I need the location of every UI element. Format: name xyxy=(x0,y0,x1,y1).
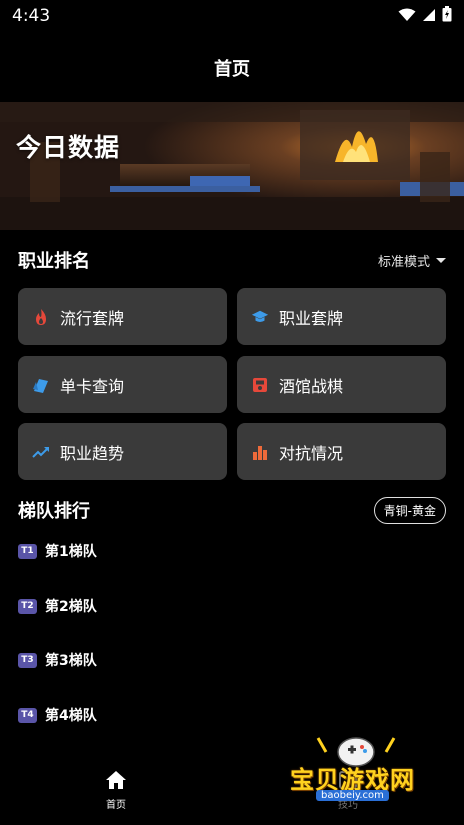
cards-icon xyxy=(32,376,50,394)
nav-tips-label: 技巧 xyxy=(338,800,358,811)
status-icons xyxy=(398,6,452,26)
today-data-banner[interactable]: 今日数据 xyxy=(0,102,464,230)
tier-badge: T3 xyxy=(18,652,37,668)
tier-label: 第1梯队 xyxy=(45,544,97,560)
class-decks-button[interactable]: 职业套牌 xyxy=(237,288,446,345)
trending-up-icon xyxy=(32,443,50,461)
battlegrounds-button[interactable]: 酒馆战棋 xyxy=(237,356,446,413)
tiers-section-header: 梯队排行 青铜-黄金 xyxy=(18,495,446,525)
tips-icon xyxy=(337,770,359,794)
tier-label: 第4梯队 xyxy=(45,708,97,724)
tier-badge: T4 xyxy=(18,707,37,723)
tier-badge: T2 xyxy=(18,598,37,614)
signal-icon xyxy=(422,7,436,26)
flame-icon xyxy=(32,308,50,326)
rank-filter-button[interactable]: 青铜-黄金 xyxy=(373,496,446,524)
tiers-title: 梯队排行 xyxy=(18,501,90,522)
banner-title: 今日数据 xyxy=(16,133,121,162)
card-label: 流行套牌 xyxy=(60,308,125,328)
mode-dropdown-label: 标准模式 xyxy=(377,254,430,270)
status-time: 4:43 xyxy=(12,6,51,26)
ranking-section-header: 职业排名 标准模式 xyxy=(18,245,446,275)
home-icon xyxy=(105,770,127,794)
tier-label: 第3梯队 xyxy=(45,653,97,669)
card-label: 职业套牌 xyxy=(279,308,344,328)
mode-dropdown[interactable]: 标准模式 xyxy=(378,251,446,270)
status-bar: 4:43 xyxy=(0,0,464,34)
wifi-icon xyxy=(398,7,416,26)
battery-icon xyxy=(442,6,452,26)
ranking-title: 职业排名 xyxy=(18,251,90,272)
card-label: 单卡查询 xyxy=(60,376,125,396)
tier-row[interactable]: T4 第4梯队 xyxy=(18,704,97,726)
matchups-button[interactable]: 对抗情况 xyxy=(237,423,446,480)
tier-row[interactable]: T3 第3梯队 xyxy=(18,649,97,671)
card-search-button[interactable]: 单卡查询 xyxy=(18,356,227,413)
card-label: 职业趋势 xyxy=(60,443,125,463)
caret-down-icon xyxy=(436,257,446,263)
tier-row[interactable]: T2 第2梯队 xyxy=(18,595,97,617)
banner-image xyxy=(0,102,464,230)
card-label: 酒馆战棋 xyxy=(279,376,344,396)
tier-row[interactable]: T1 第1梯队 xyxy=(18,540,97,562)
page-title: 首页 xyxy=(214,59,250,80)
card-label: 对抗情况 xyxy=(279,443,344,463)
nav-home-label: 首页 xyxy=(106,800,126,811)
class-trends-button[interactable]: 职业趋势 xyxy=(18,423,227,480)
tier-badge: T1 xyxy=(18,543,37,559)
bottom-nav: 首页 技巧 xyxy=(0,760,464,825)
popular-decks-button[interactable]: 流行套牌 xyxy=(18,288,227,345)
bar-chart-icon xyxy=(251,443,269,461)
tier-label: 第2梯队 xyxy=(45,599,97,615)
app-bar: 首页 xyxy=(0,34,464,102)
nav-tips[interactable]: 技巧 xyxy=(326,770,370,811)
graduation-cap-icon xyxy=(251,308,269,326)
tavern-icon xyxy=(251,376,269,394)
nav-home[interactable]: 首页 xyxy=(96,770,136,811)
